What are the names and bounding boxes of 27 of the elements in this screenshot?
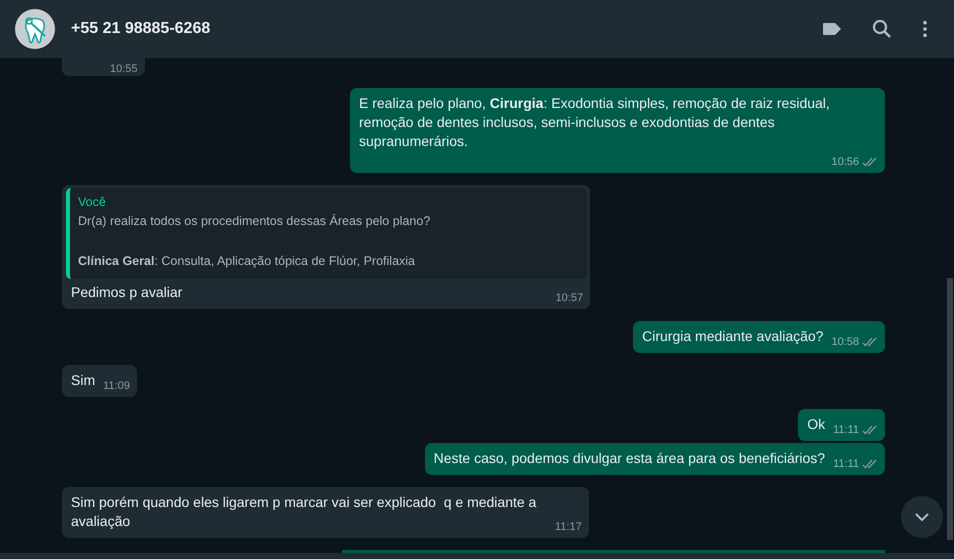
message-time: 11:11 xyxy=(833,457,859,472)
message-time: 10:55 xyxy=(110,62,138,77)
message-text: Pedimos p avaliar xyxy=(71,283,182,302)
quoted-message[interactable]: Você Dr(a) realiza todos os procedimentos dessas Áreas pelo plano? Clínica Geral: Consulta, Aplicação tópica de Flúor, Profilaxia xyxy=(66,188,588,279)
chevron-down-icon xyxy=(914,512,930,522)
quote-text: Dr(a) realiza todos os procedimentos dessas Áreas pelo plano? xyxy=(78,213,432,230)
message-text: Sim xyxy=(71,371,96,390)
message-text: Cirurgia mediante avaliação? xyxy=(642,327,824,346)
message-text: Ok xyxy=(807,415,826,434)
message-text: Neste caso, podemos divulgar esta área para os beneficiários? xyxy=(434,449,826,468)
message-time: 10:58 xyxy=(831,335,859,350)
message-time: 10:57 xyxy=(556,291,584,306)
tooth-avatar-icon[interactable] xyxy=(15,9,55,49)
quote-author: Você xyxy=(78,194,107,211)
message-text: Sim porém quando eles ligarem p marcar vai ser explicado q e mediante a avaliação xyxy=(71,493,538,531)
scrollbar[interactable] xyxy=(947,278,953,540)
label-icon[interactable] xyxy=(822,22,842,36)
message-text: E realiza pelo plano, Cirurgia: Exodontia simples, remoção de raiz residual, remoção de dentes inclusos, semi-inclusos e exodontias de dentes supranumerários. xyxy=(359,94,831,151)
scroll-down-button[interactable] xyxy=(901,496,943,538)
message-time: 11:17 xyxy=(555,520,582,535)
message-time: 11:11 xyxy=(833,423,859,438)
contact-name[interactable]: +55 21 98885-6268 xyxy=(71,20,822,38)
message-time: 11:09 xyxy=(103,379,130,394)
quote-text: Clínica Geral: Consulta, Aplicação tópica de Flúor, Profilaxia xyxy=(78,253,416,270)
message-time: 10:56 xyxy=(831,155,859,170)
menu-icon[interactable] xyxy=(922,20,928,38)
search-icon[interactable] xyxy=(872,19,892,39)
